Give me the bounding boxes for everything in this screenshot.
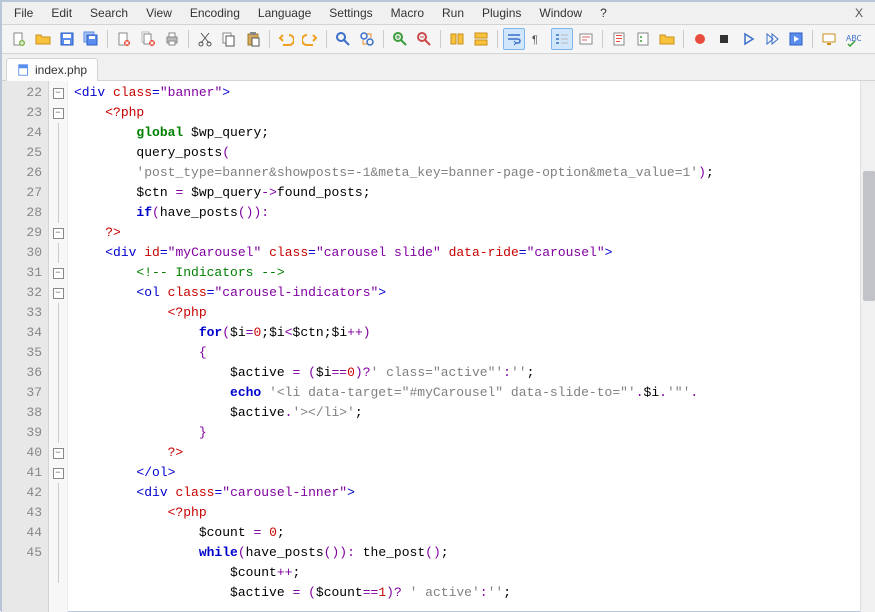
- open-file-icon[interactable]: [32, 28, 54, 50]
- indent-guide-icon[interactable]: [551, 28, 573, 50]
- folder-tree-icon[interactable]: [656, 28, 678, 50]
- menu-window[interactable]: Window: [531, 4, 590, 22]
- copy-icon[interactable]: [218, 28, 240, 50]
- print-icon[interactable]: [161, 28, 183, 50]
- macro-stop-icon[interactable]: [713, 28, 735, 50]
- menu-encoding[interactable]: Encoding: [182, 4, 248, 22]
- menu-macro[interactable]: Macro: [383, 4, 432, 22]
- undo-icon[interactable]: [275, 28, 297, 50]
- replace-icon[interactable]: [356, 28, 378, 50]
- cut-icon[interactable]: [194, 28, 216, 50]
- zoom-in-icon[interactable]: [389, 28, 411, 50]
- save-icon[interactable]: [56, 28, 78, 50]
- redo-icon[interactable]: [299, 28, 321, 50]
- macro-save-icon[interactable]: [785, 28, 807, 50]
- toolbar: ¶ ABC: [2, 25, 875, 54]
- save-all-icon[interactable]: [80, 28, 102, 50]
- code-area[interactable]: <div class="banner"> <?php global $wp_qu…: [68, 81, 875, 612]
- window-close-button[interactable]: X: [845, 4, 873, 22]
- new-file-icon[interactable]: [8, 28, 30, 50]
- editor: 2223242526272829303132333435363738394041…: [2, 81, 875, 612]
- menu-file[interactable]: File: [6, 4, 41, 22]
- close-file-icon[interactable]: [113, 28, 135, 50]
- menu-settings[interactable]: Settings: [321, 4, 380, 22]
- zoom-out-icon[interactable]: [413, 28, 435, 50]
- menu-edit[interactable]: Edit: [43, 4, 80, 22]
- user-lang-icon[interactable]: [575, 28, 597, 50]
- menu-plugins[interactable]: Plugins: [474, 4, 529, 22]
- macro-record-icon[interactable]: [689, 28, 711, 50]
- doc-map-icon[interactable]: [608, 28, 630, 50]
- macro-play-icon[interactable]: [737, 28, 759, 50]
- svg-text:¶: ¶: [532, 34, 538, 46]
- scrollbar-thumb[interactable]: [863, 171, 875, 301]
- menu-language[interactable]: Language: [250, 4, 319, 22]
- tab-label: index.php: [35, 63, 87, 77]
- find-icon[interactable]: [332, 28, 354, 50]
- show-all-chars-icon[interactable]: ¶: [527, 28, 549, 50]
- macro-play-multi-icon[interactable]: [761, 28, 783, 50]
- menu-bar: File Edit Search View Encoding Language …: [2, 2, 875, 25]
- spellcheck-icon[interactable]: ABC: [842, 28, 864, 50]
- menu-run[interactable]: Run: [434, 4, 472, 22]
- sync-scroll-icon[interactable]: [446, 28, 468, 50]
- fold-gutter[interactable]: −−−−−−−: [49, 81, 68, 612]
- menu-help[interactable]: ?: [592, 4, 615, 22]
- vertical-scrollbar[interactable]: [860, 81, 875, 612]
- tab-index-php[interactable]: index.php: [6, 58, 98, 81]
- func-list-icon[interactable]: [632, 28, 654, 50]
- tab-bar: index.php: [2, 54, 875, 81]
- close-all-icon[interactable]: [137, 28, 159, 50]
- line-number-gutter: 2223242526272829303132333435363738394041…: [2, 81, 49, 612]
- sync-scroll-h-icon[interactable]: [470, 28, 492, 50]
- menu-view[interactable]: View: [138, 4, 180, 22]
- menu-search[interactable]: Search: [82, 4, 136, 22]
- paste-icon[interactable]: [242, 28, 264, 50]
- word-wrap-icon[interactable]: [503, 28, 525, 50]
- file-icon: [17, 63, 31, 77]
- monitor-icon[interactable]: [818, 28, 840, 50]
